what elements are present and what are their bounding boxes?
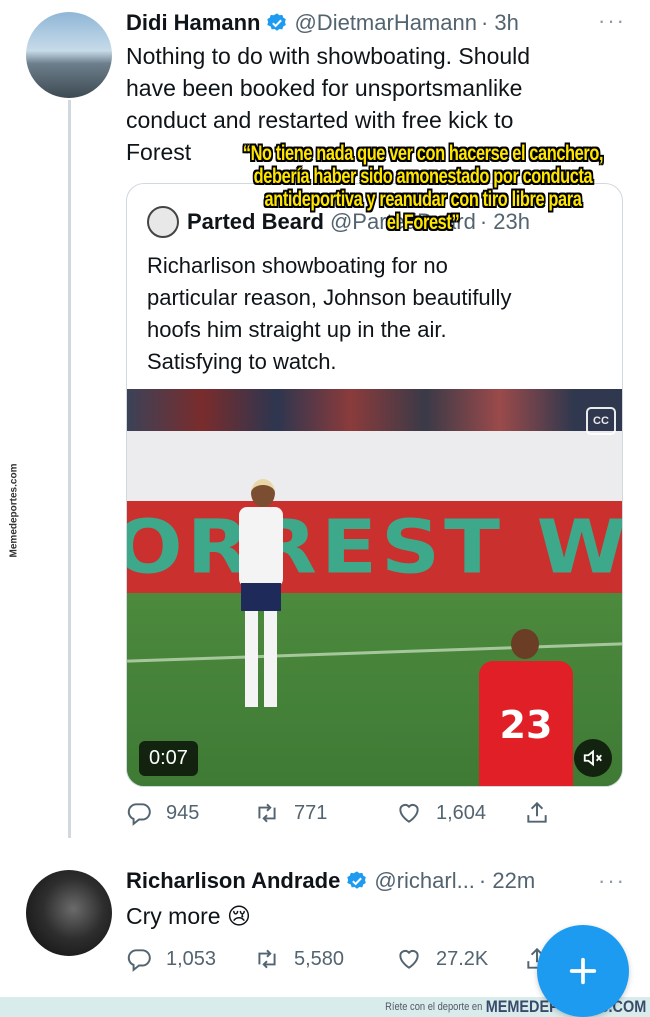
main-text-line: Nothing to do with showboating. Should (126, 43, 531, 69)
quoted-tweet-text: Richarlison showboating for no particula… (147, 250, 607, 378)
retweet-button[interactable]: 5,580 (254, 946, 396, 972)
retweet-button[interactable]: 771 (254, 800, 396, 826)
reply-button[interactable]: 945 (126, 800, 254, 826)
reply-icon (127, 803, 151, 826)
caption-line: debería haber sido amonestado por conduc… (253, 165, 593, 188)
reply-actions-bar: 1,053 5,580 27.2K (126, 946, 550, 972)
caption-line: “No tiene nada que ver con hacerse el ca… (242, 142, 604, 165)
main-time[interactable]: · 3h (481, 10, 519, 36)
video-banner: ORREST WOMEN (127, 501, 623, 593)
quoted-text-line: Satisfying to watch. (147, 349, 337, 374)
retweet-icon (258, 803, 276, 823)
mute-icon[interactable] (574, 739, 612, 777)
like-button[interactable]: 27.2K (396, 946, 524, 972)
side-watermark: Memedeportes.com (8, 463, 20, 557)
reply-icon (127, 949, 151, 972)
thread-line (68, 100, 71, 838)
retweet-count: 5,580 (294, 947, 345, 970)
reply-button[interactable]: 1,053 (126, 946, 254, 972)
reply-more-button[interactable]: ··· (598, 868, 626, 894)
video-wall (127, 431, 622, 509)
main-actions-bar: 945 771 1,604 (126, 800, 550, 826)
like-icon (399, 803, 419, 823)
quoted-text-line: hoofs him straight up in the air. (147, 317, 447, 342)
meme-caption: “No tiene nada que ver con hacerse el ca… (196, 142, 650, 234)
video-player[interactable]: ORREST WOMEN 23 CC 0:07 (127, 389, 623, 786)
caption-line: antideportiva y reanudar con tiro libre … (264, 188, 582, 211)
main-text-line: conduct and restarted with free kick to (126, 107, 514, 133)
avatar-richarlison[interactable] (26, 870, 112, 956)
captions-icon[interactable]: CC (586, 407, 616, 435)
reply-tweet-text: Cry more 😢 (126, 903, 251, 929)
like-count: 27.2K (436, 947, 489, 970)
compose-plus-icon (569, 957, 597, 985)
reply-time[interactable]: · 22m (479, 868, 535, 894)
caption-line: el Forest” (386, 211, 460, 234)
reply-count: 945 (166, 801, 200, 824)
main-text-line: have been booked for unsportsmanlike (126, 75, 523, 101)
main-display-name[interactable]: Didi Hamann (126, 10, 260, 36)
share-icon (527, 801, 547, 823)
like-button[interactable]: 1,604 (396, 800, 524, 826)
video-player-red: 23 (479, 629, 573, 786)
reply-count: 1,053 (166, 947, 217, 970)
share-button[interactable] (524, 800, 550, 826)
main-handle[interactable]: @DietmarHamann (294, 10, 477, 36)
reply-tweet-header: Richarlison Andrade @richarl... · 22m (126, 868, 535, 894)
main-more-button[interactable]: ··· (598, 8, 626, 34)
avatar-didi-hamann[interactable] (26, 12, 112, 98)
quoted-avatar (147, 206, 179, 238)
verified-badge-icon (267, 13, 287, 31)
video-player-white (231, 479, 285, 709)
reply-handle[interactable]: @richarl... (374, 868, 475, 894)
banner-text: ORREST WOMEN (127, 504, 623, 590)
quoted-text-line: particular reason, Johnson beautifully (147, 285, 512, 310)
player-number: 23 (479, 661, 573, 786)
reply-display-name[interactable]: Richarlison Andrade (126, 868, 340, 894)
like-icon (399, 949, 419, 969)
retweet-count: 771 (294, 801, 328, 824)
video-duration: 0:07 (139, 741, 198, 776)
verified-badge-icon (347, 871, 367, 889)
footer-tagline: Ríete con el deporte en (384, 1001, 483, 1013)
like-count: 1,604 (436, 801, 487, 824)
quoted-text-line: Richarlison showboating for no (147, 253, 448, 278)
quoted-tweet-card[interactable]: Parted Beard @PartedBeard · 23h Richarli… (126, 183, 623, 787)
retweet-icon (258, 949, 276, 969)
compose-tweet-button[interactable] (537, 925, 629, 1017)
main-tweet-header: Didi Hamann @DietmarHamann · 3h (126, 10, 519, 36)
